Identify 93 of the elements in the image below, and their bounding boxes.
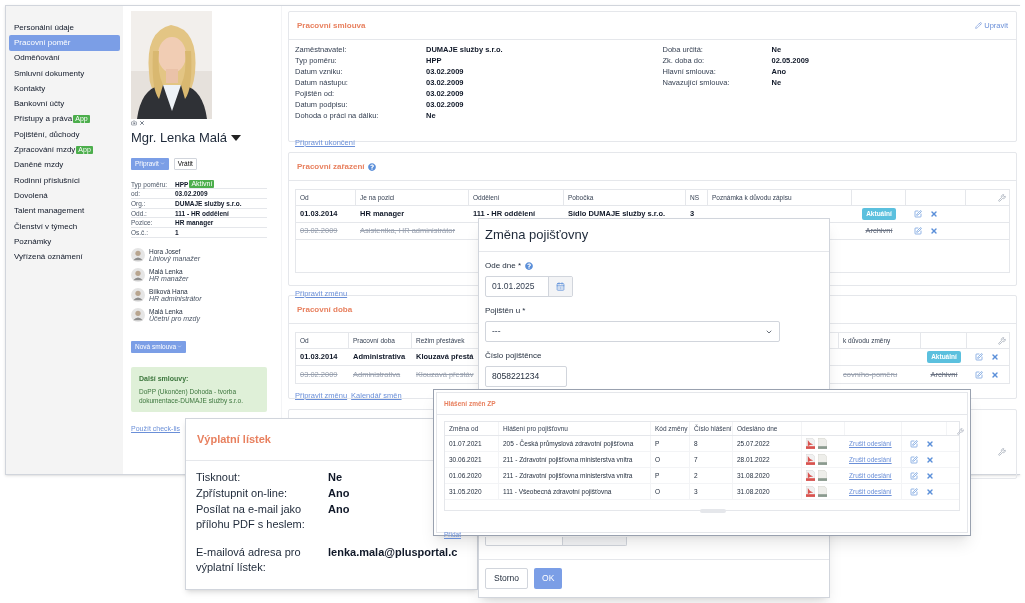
date-field[interactable]: 01.01.2025 xyxy=(485,276,573,297)
sidebar-item[interactable]: Poznámky xyxy=(9,234,120,250)
sidebar-item[interactable]: Členství v týmech xyxy=(9,218,120,235)
sidebar-label: Rodinní příslušníci xyxy=(14,174,80,187)
pdf-icon[interactable] xyxy=(806,454,815,465)
payslip-value: lenka.mala@plusportal.c xyxy=(328,545,458,560)
sidebar-item[interactable]: Smluvní dokumenty xyxy=(9,65,120,82)
payslip-value: Ano xyxy=(328,502,350,517)
field-label: Číslo pojištěnce xyxy=(485,350,542,362)
avatar-icon xyxy=(131,308,145,323)
wrench-icon[interactable] xyxy=(998,448,1006,456)
sidebar-label: Personální údaje xyxy=(14,21,75,34)
select-field[interactable]: --- xyxy=(485,321,780,342)
avatar-icon xyxy=(131,268,145,283)
document-icon[interactable] xyxy=(818,470,827,481)
delete-icon[interactable] xyxy=(930,227,938,235)
avatar-icon xyxy=(131,288,145,303)
sidebar-label: Vyřízená oznámení xyxy=(14,251,83,264)
sidebar-label: Smluvní dokumenty xyxy=(14,67,85,80)
sidebar-label: Dovolená xyxy=(14,189,48,202)
calendar-icon[interactable] xyxy=(556,282,565,291)
sidebar-label: Talent management xyxy=(14,205,85,218)
delete-icon[interactable] xyxy=(926,487,934,496)
sidebar-item[interactable]: Odměňování xyxy=(9,50,120,66)
payslip-label: Posílat na e-mail jako přílohu PDF s heslem: xyxy=(196,502,306,532)
sidebar-label: Poznámky xyxy=(14,235,52,248)
help-icon[interactable] xyxy=(367,162,376,171)
employee-name: Mgr. Lenka Malá xyxy=(131,129,228,147)
caret-icon xyxy=(159,161,165,166)
delete-icon[interactable] xyxy=(926,439,934,448)
wrench-icon[interactable] xyxy=(957,428,964,435)
wrench-icon[interactable] xyxy=(998,336,1006,345)
input-field[interactable]: 8058221234 xyxy=(485,366,567,387)
payslip-label: E-mailová adresa pro výplatní lístek: xyxy=(196,545,302,575)
payslip-label: Zpřístupnit on-line: xyxy=(196,486,289,501)
edit-icon[interactable] xyxy=(975,370,983,379)
edit-icon[interactable] xyxy=(914,227,922,235)
edit-icon[interactable] xyxy=(910,455,918,464)
delete-icon[interactable] xyxy=(926,471,934,480)
sidebar-label: Pracovní poměr xyxy=(14,36,71,49)
panel-title: Pracovní smlouva xyxy=(297,19,366,32)
caret-icon[interactable] xyxy=(231,134,242,141)
delete-icon[interactable] xyxy=(930,210,938,218)
wrench-icon[interactable] xyxy=(998,193,1006,202)
sidebar-label: Členství v týmech xyxy=(14,220,78,233)
panel-title: Pracovní zařazení xyxy=(297,160,365,173)
camera-icon[interactable] xyxy=(131,120,137,126)
document-icon[interactable] xyxy=(818,438,827,449)
sidebar-item[interactable]: Rodinní příslušníci xyxy=(9,172,120,189)
field-label: Ode dne * xyxy=(485,260,522,272)
edit-icon[interactable] xyxy=(910,439,918,448)
caret-icon xyxy=(177,344,183,350)
payslip-value: Ano xyxy=(328,486,350,501)
pdf-icon[interactable] xyxy=(806,470,815,481)
cancel-button[interactable]: Storno xyxy=(485,568,529,589)
payslip-value: Ne xyxy=(328,470,343,485)
sidebar-item[interactable]: Kontakty xyxy=(9,81,120,97)
sidebar-label: Pojištění, důchody xyxy=(14,128,80,141)
sidebar-label: Daněné mzdy xyxy=(14,159,64,172)
edit-icon[interactable] xyxy=(914,210,922,218)
sidebar-label: Zpracování mzdy xyxy=(14,144,76,156)
remove-icon[interactable] xyxy=(139,120,145,126)
input-field[interactable] xyxy=(485,537,563,546)
pdf-icon[interactable] xyxy=(806,486,815,497)
sidebar-item[interactable]: Pojištění, důchody xyxy=(9,127,120,143)
sidebar-item[interactable]: Dovolená xyxy=(9,188,120,204)
payslip-label: Tisknout: xyxy=(196,470,242,485)
sidebar-item[interactable]: Vyřízená oznámení xyxy=(9,249,120,265)
delete-icon[interactable] xyxy=(926,455,934,464)
sidebar-item[interactable]: Talent management xyxy=(9,203,120,219)
edit-icon[interactable] xyxy=(910,471,918,480)
sidebar-label: Odměňování xyxy=(14,52,60,65)
sidebar-item[interactable]: Daněné mzdy xyxy=(9,157,120,173)
field-button[interactable] xyxy=(563,537,627,546)
sidebar-item[interactable]: Bankovní účty xyxy=(9,96,120,112)
dialog-title: Změna pojišťovny xyxy=(485,226,589,245)
help-icon[interactable] xyxy=(525,262,534,270)
sidebar-label: Přístupy a práva xyxy=(14,113,73,126)
window-title: Výplatní lístek xyxy=(197,432,271,448)
delete-icon[interactable] xyxy=(991,353,999,361)
avatar-icon xyxy=(131,248,145,263)
document-icon[interactable] xyxy=(818,486,827,497)
pencil-icon xyxy=(975,22,983,29)
sidebar-item[interactable]: Personální údaje xyxy=(9,20,120,36)
delete-icon[interactable] xyxy=(991,370,999,379)
sidebar-label: Kontakty xyxy=(14,82,46,95)
edit-icon[interactable] xyxy=(975,353,983,361)
edit-icon[interactable] xyxy=(910,487,918,496)
pdf-icon[interactable] xyxy=(806,438,815,449)
sidebar-label: Bankovní účty xyxy=(14,98,65,111)
document-icon[interactable] xyxy=(818,454,827,465)
field-label: Pojištěn u * xyxy=(485,305,526,317)
panel-title: Pracovní doba xyxy=(297,303,353,316)
